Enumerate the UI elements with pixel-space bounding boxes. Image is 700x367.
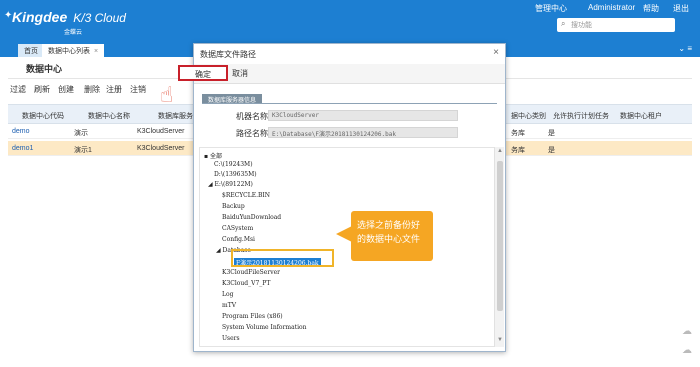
expand-icon[interactable]: ⌄ ≡ (678, 44, 692, 53)
tree-node[interactable]: System Volume Information (222, 324, 306, 331)
tree-node-e-drive[interactable]: ◢ E:\(89122M) (208, 181, 253, 188)
tree-node[interactable]: BaiduYunDownload (222, 214, 281, 221)
dialog-toolbar: 确定 取消 (178, 64, 505, 84)
server-label: 机器名称 (236, 112, 268, 121)
ok-button[interactable]: 确定 (178, 65, 228, 81)
section-tag: 数据库服务器信息 (202, 94, 263, 104)
cell-server: K3CloudServer (137, 145, 185, 152)
unregister-button[interactable]: 注销 (130, 84, 146, 95)
tree-node[interactable]: Log (222, 291, 233, 298)
tree-node[interactable]: CASystem (222, 225, 253, 232)
delete-button[interactable]: 删除 (84, 84, 100, 95)
search-placeholder: 搜功能 (571, 22, 592, 29)
register-button[interactable]: 注册 (106, 84, 122, 95)
server-field[interactable]: K3CloudServer (268, 110, 458, 121)
brand-logo: Kingdee K/3 Cloud (12, 9, 126, 25)
hand-pointer-icon: ☝ (160, 82, 174, 107)
menu-management-center[interactable]: 管理中心 (535, 3, 567, 14)
dialog-title: 数据库文件路径 (200, 50, 256, 59)
callout-tip: 选择之前备份好的数据中心文件 (351, 211, 433, 261)
tab-label: 数据中心列表 (48, 48, 90, 55)
refresh-button[interactable]: 刷新 (34, 84, 50, 95)
scroll-down-icon[interactable]: ▼ (497, 337, 503, 343)
scroll-thumb[interactable] (497, 161, 503, 311)
top-bar: ✦ Kingdee K/3 Cloud 金蝶云 管理中心 Administrato… (0, 0, 700, 42)
tree-node[interactable]: Config.Msi (222, 236, 255, 243)
cell-server: K3CloudServer (137, 128, 185, 135)
cell-code[interactable]: demo (12, 128, 30, 135)
search-icon: ⌕ (561, 19, 566, 28)
cloud-icon[interactable]: ☁ (682, 345, 696, 356)
tab-home[interactable]: 首页 (18, 44, 44, 57)
cell-name: 演示 (74, 130, 88, 137)
tree-node[interactable]: Backup (222, 203, 245, 210)
db-file-path-dialog: 数据库文件路径 × 确定 取消 数据库服务器信息 机器名称 K3CloudSer… (178, 43, 506, 352)
page-title: 数据中心 (26, 64, 63, 74)
close-icon[interactable]: × (493, 47, 499, 58)
product-name: K/3 Cloud (73, 11, 126, 25)
tree-node[interactable]: Program Files (x86) (222, 313, 283, 320)
cell-code[interactable]: demo1 (12, 145, 33, 152)
cloud-icon[interactable]: ☁ (682, 326, 696, 337)
close-icon[interactable]: × (94, 48, 98, 55)
cell-category: 务库 (511, 130, 525, 137)
column-header[interactable]: 数据中心租户 (620, 111, 662, 121)
cell-allow: 是 (548, 147, 555, 154)
column-header[interactable]: 据中心类别 (511, 111, 546, 121)
brand-name: Kingdee (12, 9, 68, 25)
column-header[interactable]: 允许执行计划任务 (553, 111, 609, 121)
filter-button[interactable]: 过滤 (10, 84, 26, 95)
tab-datacenter-list[interactable]: 数据中心列表 × (42, 44, 105, 57)
tab-label: 首页 (24, 48, 38, 55)
path-label: 路径名称 (236, 129, 268, 138)
divider (202, 103, 497, 104)
callout-arrow (336, 226, 352, 242)
tree-node[interactable]: Users (222, 335, 240, 342)
tree-scrollbar[interactable]: ▲ ▼ (494, 147, 504, 347)
cell-name: 演示1 (74, 147, 92, 154)
menu-help[interactable]: 帮助 (643, 3, 659, 14)
cell-allow: 是 (548, 130, 555, 137)
tree-node[interactable]: K3Cloud_V7_PT (222, 280, 270, 287)
search-input[interactable]: ⌕ 搜功能 (557, 18, 675, 32)
path-field[interactable]: E:\Database\F演示20181130124206.bak (268, 127, 458, 138)
tree-node[interactable]: $RECYCLE.BIN (222, 192, 270, 199)
brand-subtitle: 金蝶云 (64, 30, 83, 36)
create-button[interactable]: 创建 (58, 84, 74, 95)
column-header[interactable]: 数据中心代码 (22, 111, 64, 121)
menu-user[interactable]: Administrator (588, 3, 635, 12)
menu-logout[interactable]: 退出 (673, 3, 689, 14)
column-header[interactable]: 数据中心名称 (88, 111, 130, 121)
tree-node-all[interactable]: ▪ 全部 (204, 151, 222, 160)
tree-node[interactable]: K3CloudFileServer (222, 269, 280, 276)
cell-category: 务库 (511, 147, 525, 154)
tree-node[interactable]: C:\(19243M) (214, 161, 253, 168)
tree-node[interactable]: D:\(139635M) (214, 171, 257, 178)
selection-highlight-box (231, 249, 334, 267)
scroll-up-icon[interactable]: ▲ (497, 148, 503, 154)
cancel-button[interactable]: 取消 (232, 68, 248, 79)
tree-node[interactable]: mTV (222, 302, 236, 309)
column-header[interactable]: 数据库服务 (158, 111, 193, 121)
folder-tree[interactable]: ▪ 全部 C:\(19243M) D:\(139635M) ◢ E:\(8912… (199, 147, 495, 347)
